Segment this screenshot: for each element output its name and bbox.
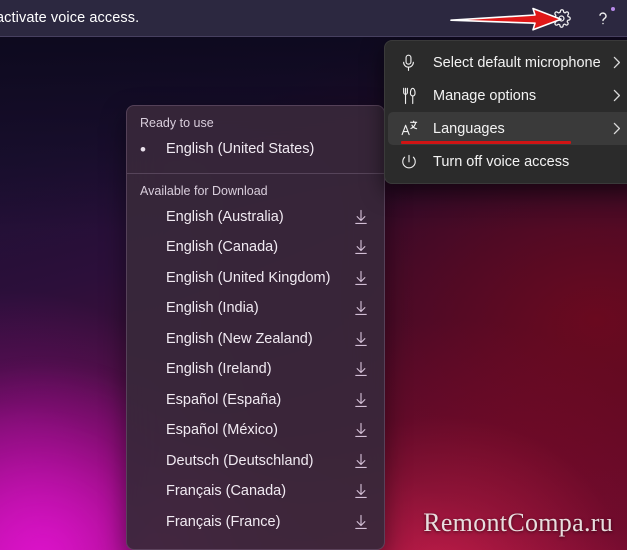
menu-item-label: Select default microphone <box>433 54 601 71</box>
download-icon[interactable] <box>354 483 368 499</box>
selected-bullet-icon: • <box>140 139 146 159</box>
help-notification-dot <box>611 7 615 11</box>
language-name: Français (France) <box>166 513 281 530</box>
menu-item-label: Languages <box>433 120 505 137</box>
language-name: Deutsch (Deutschland) <box>166 452 314 469</box>
chevron-right-icon <box>613 89 625 102</box>
language-icon <box>401 120 423 137</box>
download-icon[interactable] <box>354 300 368 316</box>
list-item-ready-language[interactable]: • English (United States) <box>127 134 384 165</box>
list-item[interactable]: English (Canada) <box>127 232 384 263</box>
list-item[interactable]: Français (Canada) <box>127 476 384 507</box>
menu-item-languages[interactable]: Languages <box>388 112 627 145</box>
available-language-list: English (Australia) English (Canada) Eng… <box>127 202 384 538</box>
language-name: English (New Zealand) <box>166 330 313 347</box>
list-item[interactable]: Español (España) <box>127 385 384 416</box>
list-item[interactable]: Deutsch (Deutschland) <box>127 446 384 477</box>
language-name: Français (Canada) <box>166 483 287 500</box>
tools-icon <box>401 87 423 105</box>
voice-access-bar: activate voice access. <box>0 0 627 37</box>
annotation-underline <box>401 141 571 144</box>
chevron-right-icon <box>613 56 625 69</box>
ready-to-use-section: Ready to use • English (United States) <box>127 106 384 171</box>
gear-icon <box>551 8 571 28</box>
download-icon[interactable] <box>354 331 368 347</box>
download-icon[interactable] <box>354 361 368 377</box>
menu-item-manage-options[interactable]: Manage options <box>388 79 627 112</box>
list-item[interactable]: Français (France) <box>127 507 384 538</box>
voice-access-status-text: activate voice access. <box>0 10 140 26</box>
language-name: Español (México) <box>166 422 279 439</box>
microphone-icon <box>401 54 423 72</box>
settings-gear-button[interactable] <box>549 6 573 30</box>
language-name: Español (España) <box>166 391 282 408</box>
download-icon[interactable] <box>354 239 368 255</box>
list-item[interactable]: Español (México) <box>127 415 384 446</box>
language-name: English (Ireland) <box>166 361 272 378</box>
menu-item-select-default-microphone[interactable]: Select default microphone <box>388 46 627 79</box>
download-icon[interactable] <box>354 270 368 286</box>
available-for-download-header: Available for Download <box>140 183 268 198</box>
menu-item-turn-off-voice-access[interactable]: Turn off voice access <box>388 145 627 178</box>
download-icon[interactable] <box>354 209 368 225</box>
list-item[interactable]: English (United Kingdom) <box>127 263 384 294</box>
ready-to-use-header: Ready to use <box>140 116 214 130</box>
language-name: English (United States) <box>166 141 315 158</box>
download-icon[interactable] <box>354 514 368 530</box>
desktop-wallpaper: activate voice access. Ready to use • En… <box>0 0 627 550</box>
list-item[interactable]: English (New Zealand) <box>127 324 384 355</box>
list-item[interactable]: English (India) <box>127 293 384 324</box>
language-name: English (India) <box>166 300 259 317</box>
menu-item-label: Turn off voice access <box>433 153 570 170</box>
language-name: English (Australia) <box>166 208 284 225</box>
list-item[interactable]: English (Ireland) <box>127 354 384 385</box>
settings-dropdown-menu: Select default microphone Manage options <box>384 40 627 184</box>
available-for-download-section: Available for Download English (Australi… <box>127 174 384 538</box>
chevron-right-icon <box>613 122 625 135</box>
language-name: English (Canada) <box>166 239 279 256</box>
language-name: English (United Kingdom) <box>166 269 331 286</box>
site-watermark: RemontCompa.ru <box>423 508 613 537</box>
list-item[interactable]: English (Australia) <box>127 202 384 233</box>
download-icon[interactable] <box>354 392 368 408</box>
power-icon <box>401 154 423 170</box>
question-mark-icon <box>593 8 613 28</box>
help-button[interactable] <box>591 6 615 30</box>
language-flyout-panel: Ready to use • English (United States) A… <box>126 105 385 550</box>
menu-item-label: Manage options <box>433 87 537 104</box>
download-icon[interactable] <box>354 422 368 438</box>
download-icon[interactable] <box>354 453 368 469</box>
voice-access-bar-actions <box>549 6 627 30</box>
